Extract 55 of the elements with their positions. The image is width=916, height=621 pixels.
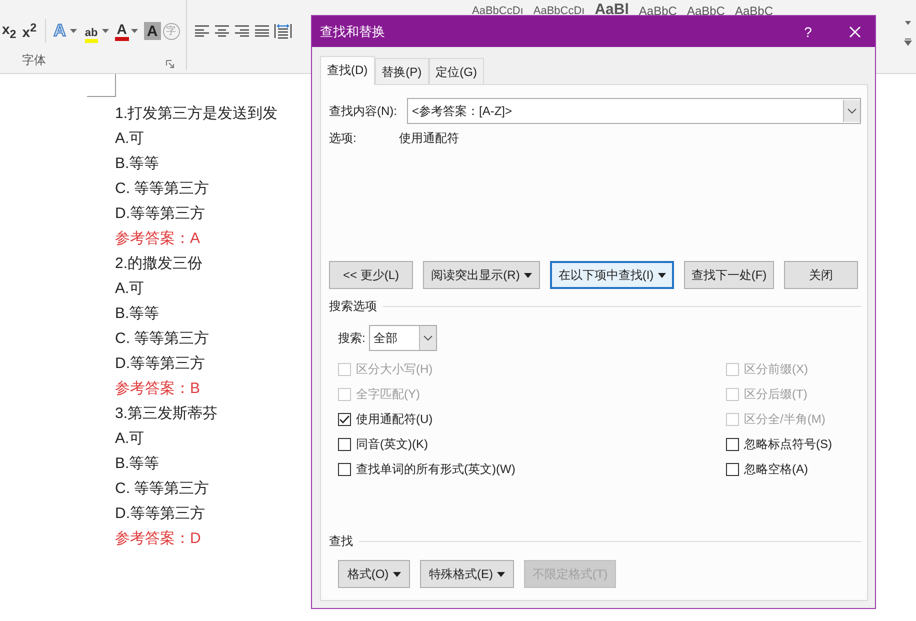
options-value: 使用通配符 xyxy=(399,130,459,147)
option-line: C. 等等第三方 xyxy=(115,479,210,499)
option-line: C. 等等第三方 xyxy=(115,329,210,349)
options-label: 选项: xyxy=(329,130,358,147)
find-what-field[interactable]: <参考答案：[A-Z]> xyxy=(407,98,861,124)
answer-line: 参考答案：D xyxy=(115,529,201,549)
style-preview[interactable]: AaBbCcDı xyxy=(533,4,585,18)
option-line: A.可 xyxy=(115,129,144,149)
style-preview[interactable]: AaBbC xyxy=(638,4,677,18)
option-line: B.等等 xyxy=(115,454,160,474)
question-line: 2.的撒发三份 xyxy=(115,254,203,274)
dialog-button[interactable]: 格式(O) xyxy=(338,560,410,588)
dialog-button[interactable]: 查找下一处(F) xyxy=(684,261,774,289)
checkbox[interactable]: 忽略空格(A) xyxy=(726,457,832,482)
style-preview[interactable]: AaBbC xyxy=(734,4,773,18)
field-label: 查找内容(N): xyxy=(329,102,398,120)
answer-line: 参考答案：A xyxy=(115,229,200,249)
subscript-button[interactable]: x$_{2}$ xyxy=(0,20,18,42)
dialog-button[interactable]: 在以下项中查找(I) xyxy=(550,261,674,289)
option-line: D.等等第三方 xyxy=(115,504,205,524)
section-title: 查找 xyxy=(329,533,353,550)
help-button[interactable]: ? xyxy=(793,22,823,40)
highlight-button[interactable]: ab xyxy=(82,20,100,42)
answer-line: 参考答案：B xyxy=(115,379,200,399)
option-line: D.等等第三方 xyxy=(115,204,205,224)
shading-button[interactable]: A xyxy=(144,22,161,40)
dialog-button[interactable]: 阅读突出显示(R) xyxy=(423,261,540,289)
dialog-button[interactable]: 关闭 xyxy=(784,261,858,289)
group-label: 字体 xyxy=(22,52,46,68)
checkbox[interactable]: 同音(英文)(K) xyxy=(338,432,516,457)
option-line: B.等等 xyxy=(115,304,160,324)
style-preview[interactable]: AaBbC xyxy=(686,4,725,18)
option-line: B.等等 xyxy=(115,154,160,174)
tab[interactable]: 查找(D) xyxy=(320,56,375,85)
dialog-button[interactable]: << 更少(L) xyxy=(329,261,413,289)
style-preview[interactable]: AaBbCcDı xyxy=(472,4,524,18)
checkbox[interactable]: 忽略标点符号(S) xyxy=(726,432,832,457)
question-line: 1.打发第三方是发送到发 xyxy=(115,104,278,124)
checkbox[interactable]: 使用通配符(U) xyxy=(338,407,516,432)
option-line: D.等等第三方 xyxy=(115,354,205,374)
superscript-button[interactable]: x$^{2}$ xyxy=(20,20,39,42)
question-line: 3.第三发斯蒂芬 xyxy=(115,404,218,424)
section-title: 搜索选项 xyxy=(329,298,377,315)
option-line: A.可 xyxy=(115,279,144,299)
tab[interactable]: 定位(G) xyxy=(428,58,484,84)
font-color-button[interactable]: A xyxy=(114,21,129,41)
search-direction-select[interactable]: 全部 xyxy=(369,325,438,351)
window-title: 查找和替换 xyxy=(320,22,386,40)
option-line: A.可 xyxy=(115,429,144,449)
style-preview[interactable]: AaBl xyxy=(594,1,629,18)
search-label: 搜索: xyxy=(338,330,366,346)
dialog-button[interactable]: 特殊格式(E) xyxy=(420,560,514,588)
checkbox[interactable]: 查找单词的所有形式(英文)(W) xyxy=(338,457,516,482)
option-line: C. 等等第三方 xyxy=(115,179,210,199)
tab[interactable]: 替换(P) xyxy=(374,58,429,84)
